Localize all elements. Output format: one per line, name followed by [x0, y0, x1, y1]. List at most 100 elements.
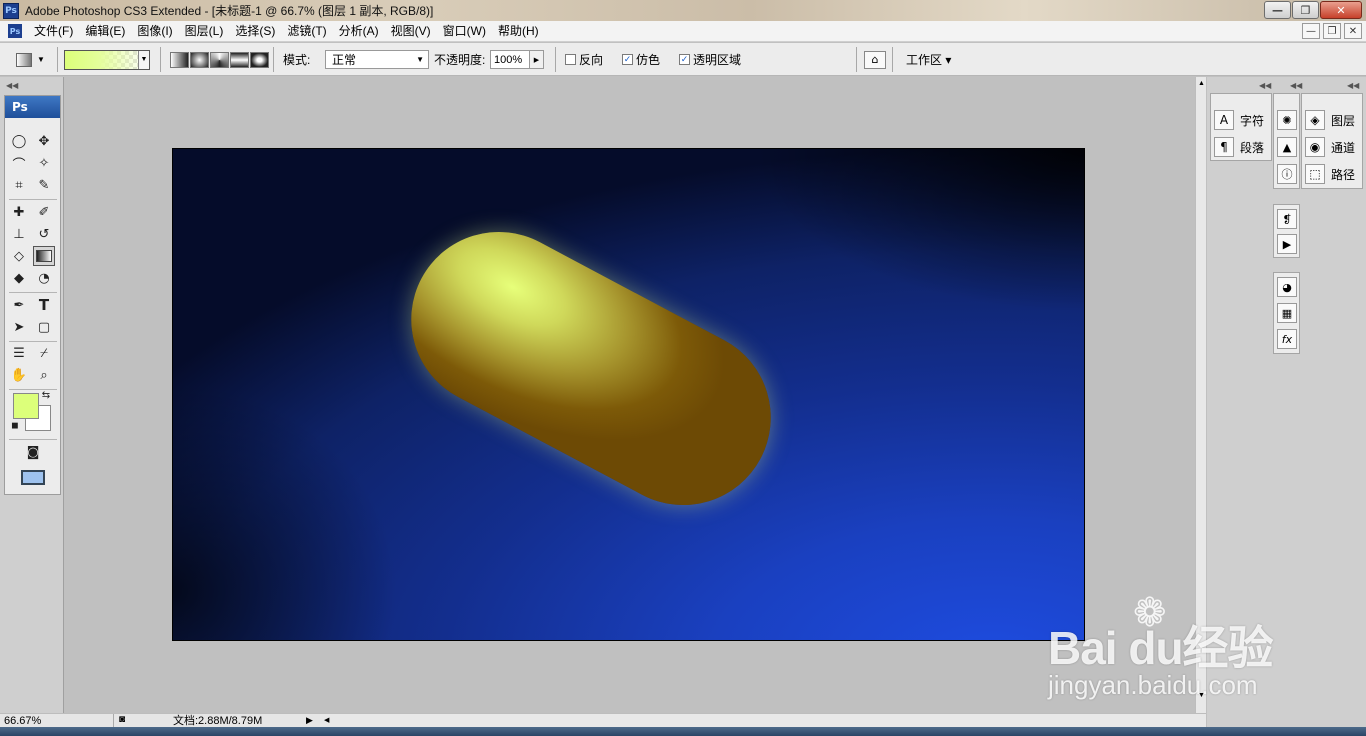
menu-window[interactable]: 窗口(W): [437, 21, 492, 42]
menu-analysis[interactable]: 分析(A): [333, 21, 385, 42]
channels-panel-button[interactable]: ◉ 通道: [1305, 135, 1355, 159]
zoom-tool-icon[interactable]: ⌕: [33, 365, 55, 385]
linear-gradient-icon[interactable]: [170, 51, 189, 68]
info-icon[interactable]: ⓘ: [1277, 164, 1297, 184]
screen-mode-icon[interactable]: [15, 466, 51, 488]
history-icon[interactable]: ❡: [1277, 209, 1297, 229]
path-selection-tool-icon[interactable]: ➤: [8, 317, 30, 337]
healing-brush-tool-icon[interactable]: ✚: [8, 202, 30, 222]
doc-close-button[interactable]: ✕: [1344, 23, 1362, 39]
mode-select[interactable]: 正常 ▼: [325, 50, 429, 69]
menu-help[interactable]: 帮助(H): [492, 21, 545, 42]
lasso-tool-icon[interactable]: ⌒: [8, 153, 30, 173]
default-colors-icon[interactable]: ◼: [8, 419, 22, 433]
menu-filter[interactable]: 滤镜(T): [281, 21, 332, 42]
minimize-button[interactable]: —: [1264, 1, 1291, 19]
reverse-checkbox[interactable]: 反向: [565, 43, 603, 76]
doc-minimize-button[interactable]: —: [1302, 23, 1320, 39]
paths-panel-button[interactable]: ⬚ 路径: [1305, 162, 1355, 186]
type-tool-icon[interactable]: T: [33, 295, 55, 315]
layers-icon: ◈: [1305, 110, 1325, 130]
gradient-tool-icon: [16, 52, 32, 67]
workspace-menu[interactable]: 工作区 ▾: [906, 51, 951, 68]
maximize-button[interactable]: ❐: [1292, 1, 1319, 19]
swatches-panel-group: ◕ ▦ fx: [1273, 272, 1300, 354]
chevron-right-icon[interactable]: ▶: [530, 50, 544, 69]
radial-gradient-icon[interactable]: [190, 51, 209, 68]
move-tool-icon[interactable]: ✥: [33, 131, 55, 151]
options-bar: ▼ ▼ 模式: 正常 ▼ 不透明度: 100% ▶ 反向 ✓ 仿色 ✓ 透明区域…: [0, 43, 1366, 76]
zoom-level[interactable]: 66.67%: [2, 714, 114, 728]
quick-mask-icon[interactable]: ◙: [22, 442, 44, 462]
chevron-right-icon[interactable]: ▶: [306, 715, 313, 726]
actions-icon[interactable]: ▶: [1277, 234, 1297, 254]
navigator-icon[interactable]: ✺: [1277, 110, 1297, 130]
character-panel-button[interactable]: A 字符: [1214, 108, 1264, 132]
gradient-preset-picker[interactable]: ▼: [64, 49, 150, 70]
close-button[interactable]: ✕: [1320, 1, 1362, 19]
chevron-down-icon: ▼: [416, 55, 424, 64]
blur-tool-icon[interactable]: ◆: [8, 268, 30, 288]
menu-select[interactable]: 选择(S): [229, 21, 281, 42]
status-info-icon[interactable]: ◙: [119, 714, 125, 725]
color-icon[interactable]: ◕: [1277, 277, 1297, 297]
dither-check-box[interactable]: ✓: [622, 54, 633, 65]
menu-image[interactable]: 图像(I): [131, 21, 178, 42]
tool-preset-picker[interactable]: ▼: [16, 43, 45, 76]
foreground-color-swatch[interactable]: [13, 393, 39, 419]
histogram-icon[interactable]: ▲: [1277, 137, 1297, 157]
layers-panel-group: ◈ 图层 ◉ 通道 ⬚ 路径: [1301, 93, 1363, 189]
opacity-label: 不透明度:: [434, 53, 486, 67]
slice-tool-icon[interactable]: ✎: [33, 175, 55, 195]
opacity-input[interactable]: 100%: [490, 50, 530, 69]
eyedropper-tool-icon[interactable]: ⌿: [33, 343, 55, 363]
collapse-icon[interactable]: ◀◀: [6, 81, 18, 90]
chevron-left-icon[interactable]: ◀: [324, 716, 329, 724]
dodge-tool-icon[interactable]: ◔: [33, 268, 55, 288]
clone-stamp-tool-icon[interactable]: ⊥: [8, 224, 30, 244]
dither-checkbox[interactable]: ✓ 仿色: [622, 43, 660, 76]
notes-tool-icon[interactable]: ☰: [8, 343, 30, 363]
collapse-icon[interactable]: ◀◀: [1290, 81, 1302, 90]
horizontal-scrollbar[interactable]: ◀: [320, 713, 1206, 727]
swap-colors-icon[interactable]: ⇆: [39, 388, 53, 402]
collapse-icon[interactable]: ◀◀: [1259, 81, 1271, 90]
separator: [57, 47, 58, 72]
reflected-gradient-icon[interactable]: [230, 51, 249, 68]
menu-file[interactable]: 文件(F): [28, 21, 79, 42]
menu-view[interactable]: 视图(V): [385, 21, 437, 42]
diamond-gradient-icon[interactable]: [250, 51, 269, 68]
collapse-icon[interactable]: ◀◀: [1347, 81, 1359, 90]
angle-gradient-icon[interactable]: [210, 51, 229, 68]
separator: [856, 47, 857, 72]
menu-layer[interactable]: 图层(L): [179, 21, 230, 42]
shape-tool-icon[interactable]: ▢: [33, 317, 55, 337]
marquee-tool-icon[interactable]: ◯: [8, 131, 30, 151]
paragraph-icon: ¶: [1214, 137, 1234, 157]
magic-wand-tool-icon[interactable]: ✧: [33, 153, 55, 173]
eraser-tool-icon[interactable]: ◇: [8, 246, 30, 266]
hand-tool-icon[interactable]: ✋: [8, 365, 30, 385]
reverse-check-box[interactable]: [565, 54, 576, 65]
swatches-icon[interactable]: ▦: [1277, 303, 1297, 323]
transparency-check-box[interactable]: ✓: [679, 54, 690, 65]
doc-restore-button[interactable]: ❐: [1323, 23, 1341, 39]
chevron-down-icon[interactable]: ▼: [138, 50, 149, 69]
layers-label: 图层: [1331, 113, 1356, 128]
mode-value: 正常: [332, 53, 357, 67]
document-canvas[interactable]: [172, 148, 1085, 641]
chevron-up-icon[interactable]: ▲: [1198, 80, 1205, 87]
pen-tool-icon[interactable]: ✒: [8, 295, 30, 315]
brush-tool-icon[interactable]: ✐: [33, 202, 55, 222]
layers-panel-button[interactable]: ◈ 图层: [1305, 108, 1355, 132]
document-icon[interactable]: Ps: [8, 24, 22, 38]
transparency-checkbox[interactable]: ✓ 透明区域: [679, 43, 741, 76]
menu-edit[interactable]: 编辑(E): [79, 21, 131, 42]
paragraph-panel-button[interactable]: ¶ 段落: [1214, 135, 1264, 159]
bridge-icon[interactable]: ⌂: [864, 50, 886, 69]
styles-icon[interactable]: fx: [1277, 329, 1297, 349]
history-brush-tool-icon[interactable]: ↺: [33, 224, 55, 244]
crop-tool-icon[interactable]: ⌗: [8, 175, 30, 195]
chevron-down-icon: ▼: [37, 55, 45, 64]
gradient-tool-icon[interactable]: [33, 246, 55, 266]
